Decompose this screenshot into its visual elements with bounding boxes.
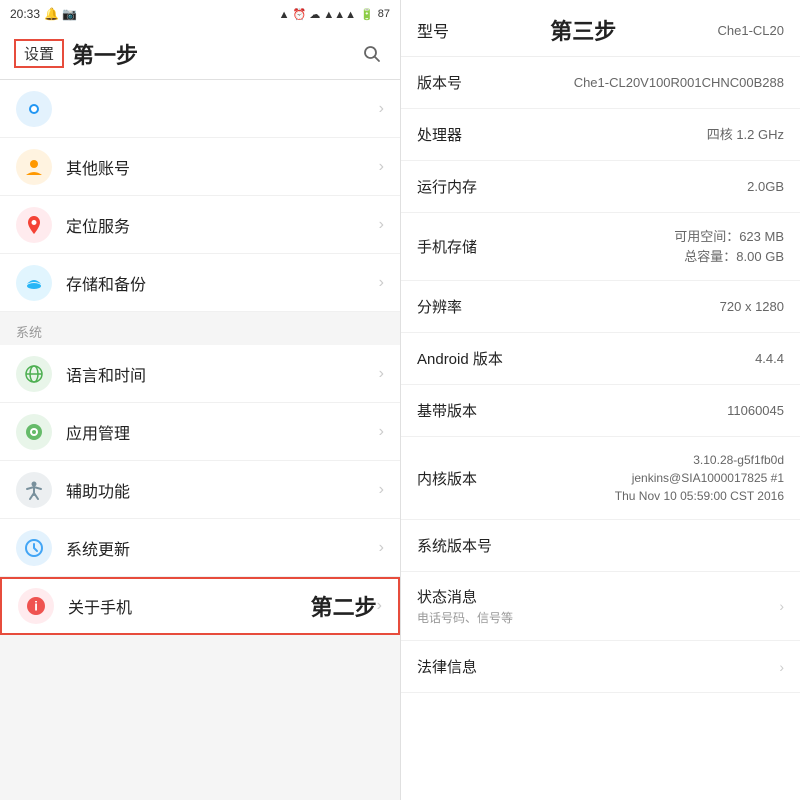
step2-label: 第二步 <box>301 590 377 622</box>
hotspot-arrow: › <box>379 100 384 118</box>
list-item-location[interactable]: 定位服务 › <box>0 196 400 254</box>
settings-label: 设置 <box>14 39 64 68</box>
system-update-icon <box>16 530 52 566</box>
legal-label: 法律信息 <box>417 656 497 677</box>
status-sublabel: 电话号码、信号等 <box>417 609 773 626</box>
ram-label: 运行内存 <box>417 176 497 197</box>
system-update-label: 系统更新 <box>66 536 379 560</box>
svg-text:i: i <box>34 599 38 614</box>
ram-value: 2.0GB <box>747 177 784 197</box>
row-kernel: 内核版本 3.10.28-g5f1fb0djenkins@SIA10000178… <box>401 437 800 520</box>
processor-value: 四核 1.2 GHz <box>707 125 784 145</box>
row-system-ver: 系统版本号 <box>401 520 800 572</box>
status-left: 20:33 🔔 📷 <box>10 7 77 21</box>
location-arrow: › <box>379 216 384 234</box>
app-manage-arrow: › <box>379 423 384 441</box>
row-storage: 手机存储 可用空间：623 MB总容量：8.00 GB <box>401 213 800 281</box>
accessibility-icon <box>16 472 52 508</box>
right-header: 型号 第三步 Che1-CL20 <box>401 0 800 57</box>
kernel-label: 内核版本 <box>417 468 497 489</box>
other-account-icon <box>16 149 52 185</box>
storage-label: 存储和备份 <box>66 271 379 295</box>
about-arrow: › <box>377 597 382 615</box>
row-version: 版本号 Che1-CL20V100R001CHNC00B288 <box>401 57 800 109</box>
battery-icon: 🔋 <box>360 8 374 21</box>
row-baseband: 基带版本 11060045 <box>401 385 800 437</box>
model-value: Che1-CL20 <box>718 23 785 38</box>
version-value: Che1-CL20V100R001CHNC00B288 <box>574 73 784 93</box>
location-icon <box>16 207 52 243</box>
search-button[interactable] <box>358 40 386 68</box>
model-label: 型号 <box>417 18 449 42</box>
status-arrow: › <box>779 598 784 614</box>
list-item-app-manage[interactable]: 应用管理 › <box>0 403 400 461</box>
baseband-label: 基带版本 <box>417 400 497 421</box>
row-resolution: 分辨率 720 x 1280 <box>401 281 800 333</box>
status-label: 状态消息 <box>417 586 773 607</box>
other-account-label: 其他账号 <box>66 155 379 179</box>
battery-level: 87 <box>378 8 390 20</box>
other-account-arrow: › <box>379 158 384 176</box>
list-item-hotspot[interactable]: › <box>0 80 400 138</box>
list-item-language[interactable]: 语言和时间 › <box>0 345 400 403</box>
about-icon: i <box>18 588 54 624</box>
version-label: 版本号 <box>417 72 497 93</box>
system-ver-label: 系统版本号 <box>417 535 497 556</box>
resolution-label: 分辨率 <box>417 296 497 317</box>
row-android: Android 版本 4.4.4 <box>401 333 800 385</box>
step3-label: 第三步 <box>550 14 616 46</box>
settings-list: › 其他账号 › 定位服务 › <box>0 80 400 800</box>
about-label: 关于手机 <box>68 594 301 618</box>
resolution-value: 720 x 1280 <box>720 297 784 317</box>
time: 20:33 <box>10 7 40 21</box>
accessibility-arrow: › <box>379 481 384 499</box>
storage-arrow: › <box>379 274 384 292</box>
list-item-other-account[interactable]: 其他账号 › <box>0 138 400 196</box>
notification-icons: 🔔 📷 <box>44 7 77 21</box>
android-label: Android 版本 <box>417 348 503 369</box>
app-manage-label: 应用管理 <box>66 420 379 444</box>
list-item-system-update[interactable]: 系统更新 › <box>0 519 400 577</box>
step1-label: 第一步 <box>72 38 358 70</box>
legal-arrow: › <box>779 659 784 675</box>
language-icon <box>16 356 52 392</box>
processor-label: 处理器 <box>417 124 497 145</box>
list-item-about[interactable]: i 关于手机 第二步 › <box>0 577 400 635</box>
system-update-arrow: › <box>379 539 384 557</box>
android-value: 4.4.4 <box>755 349 784 369</box>
storage-icon <box>16 265 52 301</box>
left-panel: 20:33 🔔 📷 ▲ ⏰ ☁ ▲▲▲ 🔋 87 设置 第一步 › <box>0 0 400 800</box>
baseband-value: 11060045 <box>727 401 784 421</box>
phone-storage-value: 可用空间：623 MB总容量：8.00 GB <box>674 227 784 266</box>
signal-icons: ▲ ⏰ ☁ ▲▲▲ <box>279 8 356 21</box>
row-ram: 运行内存 2.0GB <box>401 161 800 213</box>
language-arrow: › <box>379 365 384 383</box>
language-label: 语言和时间 <box>66 362 379 386</box>
accessibility-label: 辅助功能 <box>66 478 379 502</box>
hotspot-icon <box>16 91 52 127</box>
list-item-storage[interactable]: 存储和备份 › <box>0 254 400 312</box>
row-processor: 处理器 四核 1.2 GHz <box>401 109 800 161</box>
kernel-value: 3.10.28-g5f1fb0djenkins@SIA1000017825 #1… <box>615 451 784 505</box>
top-bar: 设置 第一步 <box>0 28 400 80</box>
row-status[interactable]: 状态消息 电话号码、信号等 › <box>401 572 800 641</box>
right-panel: 型号 第三步 Che1-CL20 版本号 Che1-CL20V100R001CH… <box>400 0 800 800</box>
location-label: 定位服务 <box>66 213 379 237</box>
section-system: 系统 <box>0 312 400 345</box>
app-manage-icon <box>16 414 52 450</box>
list-item-accessibility[interactable]: 辅助功能 › <box>0 461 400 519</box>
phone-storage-label: 手机存储 <box>417 236 497 257</box>
row-legal[interactable]: 法律信息 › <box>401 641 800 693</box>
status-bar: 20:33 🔔 📷 ▲ ⏰ ☁ ▲▲▲ 🔋 87 <box>0 0 400 28</box>
status-right: ▲ ⏰ ☁ ▲▲▲ 🔋 87 <box>279 8 390 21</box>
